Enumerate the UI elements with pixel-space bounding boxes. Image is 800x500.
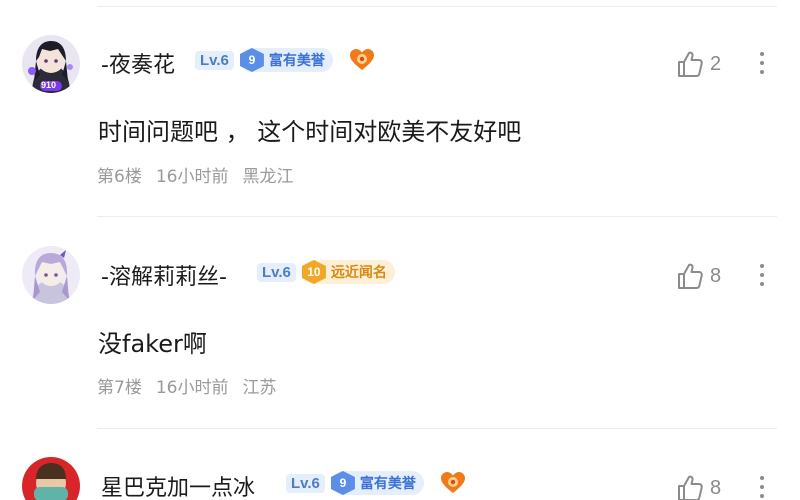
floor-number: 第7楼 [97, 378, 142, 398]
like-count: 2 [710, 52, 722, 75]
divider [97, 216, 777, 217]
comment-text: 没faker啊 [98, 330, 207, 358]
thumbs-up-outline-icon [678, 263, 703, 289]
honor-title: 富有美誉 [359, 476, 416, 492]
avatar-badge-text: 910 [41, 80, 57, 90]
honor-title: 远近闻名 [330, 265, 387, 281]
honor-level: 9 [239, 48, 264, 72]
user-badges: Lv.6 9 富有美誉 [286, 471, 466, 495]
avatar[interactable] [22, 457, 80, 500]
vertical-ellipsis-icon[interactable] [752, 52, 772, 74]
honor-badge[interactable]: 9 富有美誉 [239, 48, 333, 72]
divider [97, 428, 777, 429]
level-badge: Lv.6 [286, 473, 325, 493]
ip-location: 江苏 [242, 378, 277, 398]
username[interactable]: -溶解莉莉丝- [101, 259, 227, 291]
like-button[interactable]: 8 [676, 474, 721, 500]
floor-number: 第6楼 [97, 167, 142, 187]
user-badges: Lv.6 10 远近闻名 [257, 260, 395, 284]
honor-badge[interactable]: 9 富有美誉 [330, 471, 424, 495]
level-badge: Lv.6 [195, 50, 234, 70]
honor-level: 9 [330, 471, 355, 495]
thumbs-up-outline-icon [678, 475, 703, 500]
username[interactable]: -夜奏花 [101, 47, 175, 79]
heart-badge-icon [440, 472, 465, 493]
vertical-ellipsis-icon[interactable] [752, 476, 772, 498]
like-count: 8 [710, 264, 722, 287]
honor-level: 10 [301, 260, 326, 284]
comment-meta: 第6楼 16小时前 黑龙江 [97, 162, 293, 187]
avatar[interactable] [22, 246, 80, 304]
post-time: 16小时前 [155, 378, 229, 398]
user-badges: Lv.6 9 富有美誉 [195, 48, 375, 72]
thumbs-up-outline-icon [678, 51, 703, 77]
level-badge: Lv.6 [257, 262, 296, 282]
ip-location: 黑龙江 [242, 167, 294, 187]
username[interactable]: 星巴克加一点冰 [101, 470, 255, 500]
like-button[interactable]: 8 [676, 262, 721, 290]
comment-meta: 第7楼 16小时前 江苏 [97, 373, 276, 398]
comment-text: 时间问题吧 ， 这个时间对欧美不友好吧 [98, 118, 522, 146]
heart-badge-icon [349, 49, 374, 70]
vertical-ellipsis-icon[interactable] [752, 264, 772, 286]
post-time: 16小时前 [155, 167, 229, 187]
honor-title: 富有美誉 [268, 53, 325, 69]
honor-badge[interactable]: 10 远近闻名 [301, 260, 395, 284]
like-button[interactable]: 2 [676, 50, 721, 78]
like-count: 8 [710, 476, 722, 499]
top-divider [97, 6, 777, 7]
